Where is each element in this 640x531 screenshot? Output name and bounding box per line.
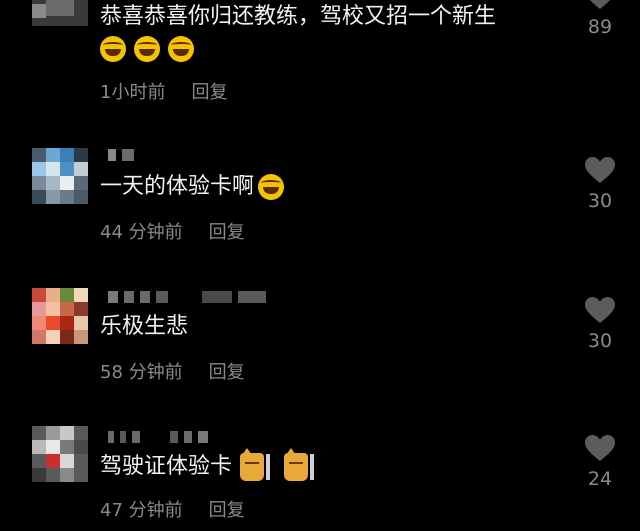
like-button[interactable]: 30 [574,296,626,352]
laughing-tears-emoji [100,36,126,62]
reply-button[interactable]: 回复 [191,78,227,104]
comment-meta: 44 分钟前 回复 [100,218,245,244]
laughing-tears-emoji [258,174,285,200]
comment-text: 乐极生悲 [100,314,189,339]
avatar[interactable] [32,0,88,26]
heart-icon[interactable] [584,0,616,10]
cat-emoji [284,448,309,481]
comment-text: 驾驶证体验卡 [100,448,315,482]
comment-text-content: 一天的体验卡啊 [100,174,255,199]
cat-emoji-accent [310,454,315,480]
emoji-row [100,36,194,62]
heart-icon[interactable] [584,156,616,184]
comment-time: 44 分钟前 [100,222,183,243]
like-count: 24 [587,468,613,490]
like-count: 30 [587,190,613,212]
username-blurred[interactable] [108,430,208,444]
comment-text: 一天的体验卡啊 [100,172,285,202]
like-button[interactable]: 30 [574,156,626,212]
cat-emoji-accent [266,454,271,480]
reply-button[interactable]: 回复 [209,496,245,522]
like-button[interactable]: 89 [574,0,626,38]
comment-meta: 58 分钟前 回复 [100,358,245,384]
laughing-tears-emoji [134,36,160,62]
comment-time: 47 分钟前 [100,500,183,521]
reply-button[interactable]: 回复 [209,218,245,244]
heart-icon[interactable] [584,296,616,324]
heart-icon[interactable] [584,434,616,462]
username-blurred[interactable] [108,290,266,304]
cat-emoji [240,448,265,481]
avatar[interactable] [32,288,88,344]
avatar[interactable] [32,148,88,204]
username-blurred[interactable] [108,148,134,162]
like-count: 30 [587,330,613,352]
like-button[interactable]: 24 [574,434,626,490]
comment-time: 1小时前 [100,82,166,103]
comment-time: 58 分钟前 [100,362,183,383]
reply-button[interactable]: 回复 [209,358,245,384]
avatar[interactable] [32,426,88,482]
comment-text: 恭喜恭喜你归还教练，驾校又招一个新生 [100,4,497,29]
comment-text-content: 驾驶证体验卡 [100,454,233,479]
comment-meta: 1小时前 回复 [100,78,227,104]
comment-meta: 47 分钟前 回复 [100,496,245,522]
laughing-tears-emoji [168,36,194,62]
like-count: 89 [587,16,613,38]
